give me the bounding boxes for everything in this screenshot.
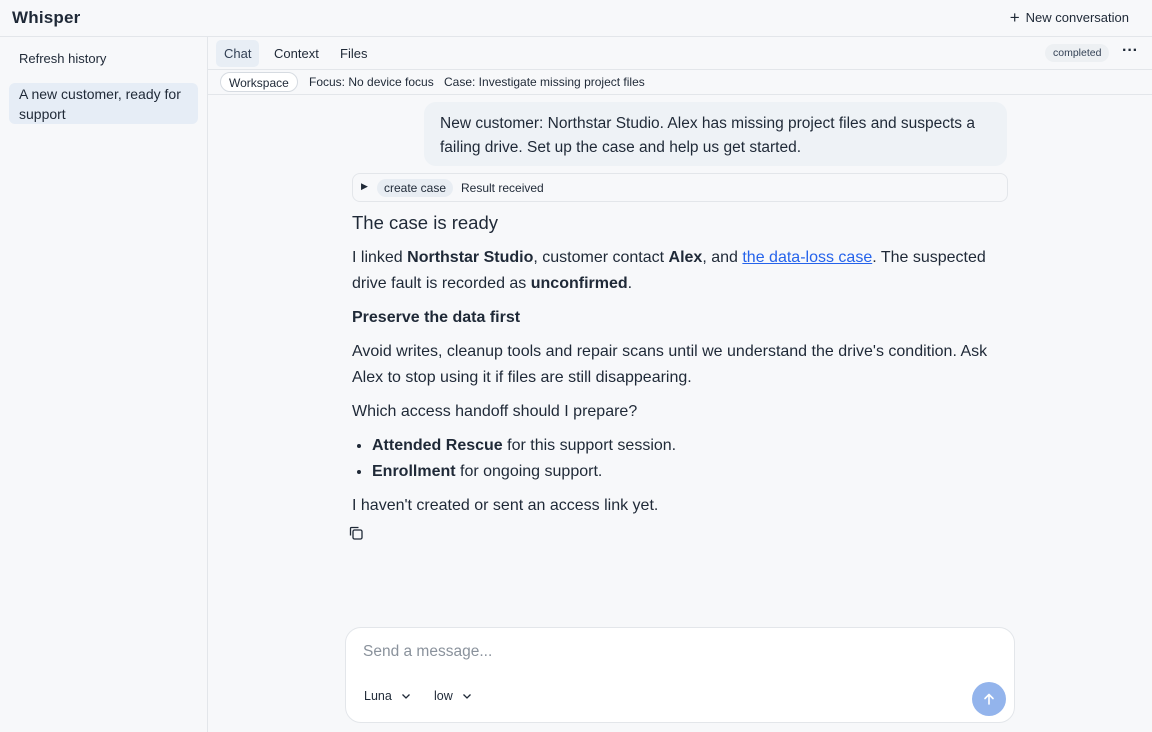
option-name: Enrollment	[372, 463, 456, 480]
answer-paragraph-2: Avoid writes, cleanup tools and repair s…	[352, 343, 988, 386]
text-segment: .	[627, 275, 633, 292]
option-name: Attended Rescue	[372, 437, 503, 454]
text-segment: , and	[702, 249, 743, 266]
tab-files[interactable]: Files	[332, 40, 375, 67]
app-title: Whisper	[12, 8, 81, 27]
new-conversation-label: New conversation	[1025, 10, 1129, 25]
chevron-down-icon	[462, 694, 471, 699]
status-badge: completed	[1045, 44, 1110, 62]
answer-footer: I haven't created or sent an access link…	[352, 497, 659, 514]
effort-select[interactable]: low	[434, 689, 473, 703]
list-item: Enrollment for ongoing support.	[372, 459, 676, 485]
expand-triangle-icon[interactable]: ▶	[361, 181, 368, 192]
arrow-up-icon	[984, 693, 994, 705]
focus-label: Focus: No device focus	[309, 75, 434, 89]
case-link[interactable]: the data-loss case	[742, 249, 872, 266]
answer-heading: The case is ready	[352, 212, 499, 233]
context-bar: Workspace Focus: No device focus Case: I…	[208, 70, 1152, 95]
model-value: Luna	[364, 689, 392, 703]
tab-chat[interactable]: Chat	[216, 40, 260, 67]
text-segment: I linked	[352, 249, 408, 266]
message-input[interactable]	[363, 640, 983, 664]
plus-icon: +	[1009, 8, 1020, 27]
more-options-icon[interactable]: ···	[1122, 43, 1138, 59]
tool-call-row[interactable]: ▶ create case Result received	[352, 173, 1008, 202]
case-label: Case: Investigate missing project files	[444, 75, 645, 89]
company-name: Northstar Studio	[407, 249, 534, 266]
workspace-chip[interactable]: Workspace	[220, 72, 298, 92]
answer-subheading: Preserve the data first	[352, 309, 521, 326]
send-button[interactable]	[972, 682, 1006, 716]
conversation-item[interactable]: A new customer, ready for support	[9, 83, 198, 124]
refresh-history-button[interactable]: Refresh history	[19, 51, 106, 66]
answer-paragraph-1: I linked Northstar Studio, customer cont…	[352, 245, 1012, 297]
copy-icon[interactable]	[347, 524, 365, 542]
list-item: Attended Rescue for this support session…	[372, 433, 676, 459]
top-bar: Whisper + New conversation	[0, 0, 1152, 37]
model-select[interactable]: Luna	[364, 689, 412, 703]
options-list: Attended Rescue for this support session…	[372, 433, 676, 485]
tool-name-chip: create case	[377, 179, 454, 197]
user-message: New customer: Northstar Studio. Alex has…	[424, 102, 1007, 166]
sidebar: Refresh history A new customer, ready fo…	[0, 37, 208, 732]
text-segment: , customer contact	[533, 249, 669, 266]
composer: Luna low	[345, 627, 1015, 723]
answer-question: Which access handoff should I prepare?	[352, 403, 638, 420]
new-conversation-button[interactable]: + New conversation	[1009, 8, 1129, 27]
option-desc: for this support session.	[502, 437, 677, 454]
tab-context[interactable]: Context	[266, 40, 327, 67]
contact-name: Alex	[668, 249, 703, 266]
tool-status: Result received	[461, 181, 544, 195]
option-desc: for ongoing support.	[455, 463, 603, 480]
effort-value: low	[434, 689, 453, 703]
tab-bar: Chat Context Files completed ···	[208, 37, 1152, 70]
chevron-down-icon	[401, 694, 410, 699]
fault-state: unconfirmed	[530, 275, 628, 292]
